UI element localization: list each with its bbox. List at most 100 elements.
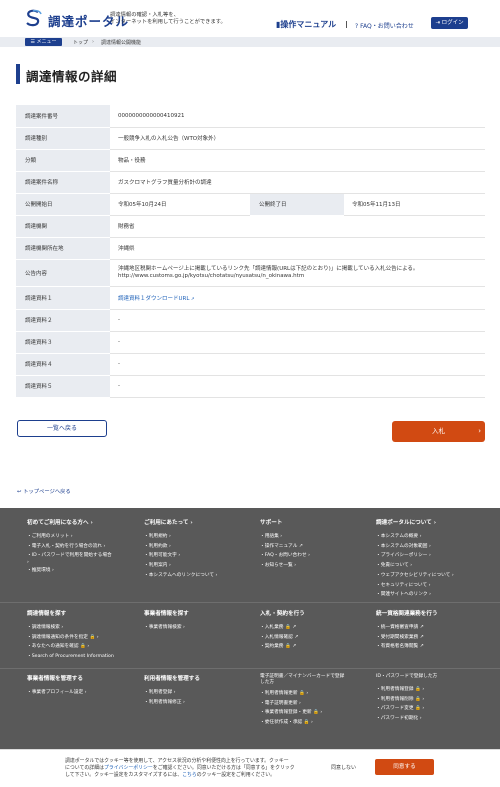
cookie-settings-link[interactable]: こちら [182,772,197,778]
footer-col-support: サポート ・用語集 › ・操作マニュアル ↗ ・FAQ・お問い合わせ › ・お知… [260,518,370,571]
footer-link[interactable]: ・利用可能文字 › [144,551,254,561]
cookie-text-line1: 調達ポータルではクッキー等を使用して、アクセス状況の分析や利便性向上を行っていま… [65,758,289,764]
table-row: 調達機関所在地 沖縄県 [16,237,485,260]
footer-link[interactable]: ・パスワード変更 🔒 › [376,704,496,714]
footer-link[interactable]: ・利用者情報修正 › [144,698,254,708]
footer-link[interactable]: ・本システムの概要 › [376,532,496,542]
footer-link[interactable]: ・Search of Procurement Information [27,652,139,662]
footer-link[interactable]: ・利用者情報更新 🔒 › [260,689,372,699]
footer-link[interactable]: ・操作マニュアル ↗ [260,542,370,552]
login-icon: ⇥ [435,20,440,26]
footer-link[interactable]: ・利用案内 › [144,561,254,571]
footer-heading[interactable]: 初めてご利用になる方へ › [27,518,137,526]
footer-link[interactable]: ・ID・パスワードで利用を開始する場合 › [27,551,137,566]
table-row: 調達資料５ - [16,375,485,398]
menu-button[interactable]: ☰ メニュー [25,38,62,46]
footer-col-search-procurement: 調達情報を探す ・調達情報検索 › ・調達情報通知の条件を指定 🔒 › ・あなた… [27,609,139,662]
name-value: ガスクロマトグラフ質量分析計の調達 [110,171,485,194]
back-to-list-button[interactable]: 一覧へ戻る [17,420,107,437]
footer-link[interactable]: ・あなたへの通知を確認 🔒 › [27,642,139,652]
footer-link[interactable]: ・事業者プロフィール設定 › [27,688,139,698]
footer-link[interactable]: ・電子証明書更新 › [260,699,372,709]
table-row: 調達資料２ - [16,309,485,332]
faq-label: FAQ・お問い合わせ [360,23,414,30]
footer-link[interactable]: ・入札業務 🔒 ↗ [260,623,370,633]
footer-link[interactable]: ・利用者登録 › [144,688,254,698]
footer-link[interactable]: ・FAQ・お問い合わせ › [260,551,370,561]
notice-text: 沖縄地区税関ホームページ上に掲載しているリンク先「調達情報(URLは下記のとおり… [118,265,419,272]
case-number-label: 調達案件番号 [16,105,110,128]
cookie-decline-button[interactable]: 同意しない [331,764,356,771]
login-button[interactable]: ⇥ ログイン [431,17,468,29]
footer-heading[interactable]: ご利用にあたって › [144,518,254,526]
footer-heading: 利用者情報を管理する [144,676,200,682]
doc2-label: 調達資料２ [16,309,110,332]
footer-col-certificate-users: 電子証明書／マイナンバーカードで登録 した方 ・利用者情報更新 🔒 › ・電子証… [260,674,372,728]
footer-link[interactable]: ・利用約款 › [144,542,254,552]
doc3-value: - [110,331,485,354]
footer-link[interactable]: ・統一資格審査申請 ↗ [376,623,496,633]
privacy-policy-link[interactable]: プライバシーポリシー [104,765,153,771]
footer-heading[interactable]: 調達ポータルについて › [376,518,496,526]
footer-link[interactable]: ・利用者情報登録 🔒 › [376,685,496,695]
footer-link[interactable]: ・有資格者名簿閲覧 ↗ [376,642,496,652]
table-row: 公開開始日 令和05年10月24日 公開終了日 令和05年11月13日 [16,193,485,216]
footer-heading: 調達情報を探す [27,611,67,617]
footer-col-usage: ご利用にあたって › ・利用規約 › ・利用約款 › ・利用可能文字 › ・利用… [144,518,254,581]
doc4-label: 調達資料４ [16,353,110,376]
breadcrumb-home[interactable]: トップ [73,39,88,46]
footer-divider [0,602,500,603]
site-tagline: 調達情報の確認・入札等を、 インターネットを利用して行うことができます。 [110,12,226,26]
footer-link[interactable]: ・免責について › [376,561,496,571]
footer-link[interactable]: ・事業者情報検索 › [144,623,254,633]
footer-link[interactable]: ・本システムの対象範囲 › [376,542,496,552]
footer-link[interactable]: ・お知らせ一覧 › [260,561,370,571]
footer-link[interactable]: ・用語集 › [260,532,370,542]
footer-link[interactable]: ・パスワード初期化 › [376,714,496,724]
footer-link[interactable]: ・ウェブアクセシビリティについて › [376,571,496,581]
doc1-cell: 調達資料１ダウンロードURL ↗ [110,286,485,310]
footer-heading: ID・パスワードで登録した方 [376,674,438,679]
footer-link[interactable]: ・利用者情報削除 🔒 › [376,695,496,705]
external-link-icon: ↗ [189,296,195,302]
footer-link[interactable]: ・委任状作成・承認 🔒 › [260,718,372,728]
to-top-label: トップページへ戻る [23,489,71,495]
manual-link[interactable]: ▮操作マニュアル [276,19,336,30]
agency-value: 財務省 [110,215,485,238]
table-row: 調達案件番号 0000000000000410921 [16,105,485,128]
apply-label: 入札 [432,427,445,435]
chevron-right-icon: › [478,427,481,435]
footer-link[interactable]: ・プライバシーポリシー › [376,551,496,561]
end-date-label: 公開終了日 [250,193,344,216]
start-date-value: 令和05年10月24日 [110,193,250,216]
to-top-link[interactable]: ↩ トップページへ戻る [17,487,71,495]
footer-divider [0,668,500,669]
footer-link[interactable]: ・契約業務 🔒 ↗ [260,642,370,652]
footer-link[interactable]: ・入札情報確認 ↗ [260,633,370,643]
doc1-download-link[interactable]: 調達資料１ダウンロードURL [118,296,189,302]
footer-link[interactable]: ・推奨環境 › [27,566,137,576]
footer-link[interactable]: ・セキュリティについて › [376,581,496,591]
footer-link[interactable]: ・関連サイトへのリンク › [376,590,496,600]
footer-link[interactable]: ・調達情報通知の条件を指定 🔒 › [27,633,139,643]
menu-label: メニュー [36,39,57,45]
footer-heading-line2: した方 [260,680,275,685]
footer-col-manage-user: 利用者情報を管理する ・利用者登録 › ・利用者情報修正 › [144,674,254,707]
footer-heading: サポート [260,520,283,526]
notice-url: http://www.customs.go.jp/kyotsu/chotatsu… [118,272,305,279]
faq-link[interactable]: ? FAQ・お問い合わせ [355,21,414,30]
back-label: 一覧へ戻る [46,425,77,432]
footer-link[interactable]: ・調達情報検索 › [27,623,139,633]
cookie-accept-button[interactable]: 同意する [375,759,434,775]
doc3-label: 調達資料３ [16,331,110,354]
footer-link[interactable]: ・受付期間検索業務 ↗ [376,633,496,643]
footer-link[interactable]: ・電子入札・契約を行う場合の流れ › [27,542,137,552]
footer-link[interactable]: ・利用規約 › [144,532,254,542]
table-row: 調達資料４ - [16,353,485,376]
apply-bid-button[interactable]: 入札 › [392,421,485,442]
portal-logo-icon[interactable] [24,9,44,27]
footer-link[interactable]: ・事業者情報登録・更新 🔒 › [260,708,372,718]
footer-link[interactable]: ・ご利用のメリット › [27,532,137,542]
footer-link[interactable]: ・本システムへのリンクについて › [144,571,254,581]
name-label: 調達案件名称 [16,171,110,194]
